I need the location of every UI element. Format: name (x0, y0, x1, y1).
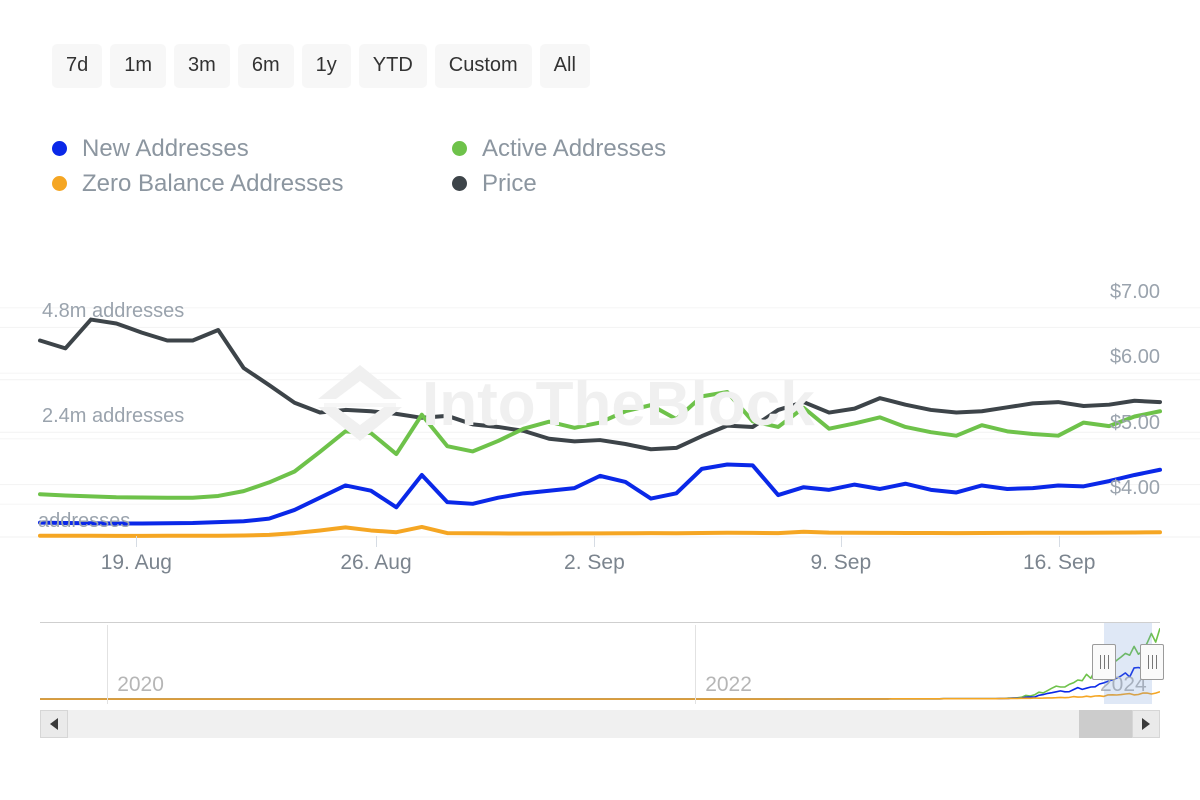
x-axis-tick (841, 536, 842, 547)
series-line-price (40, 320, 1160, 450)
legend-label-zero-balance-addresses: Zero Balance Addresses (82, 172, 343, 196)
y2-axis-label-7: $7.00 (1110, 282, 1160, 302)
legend-item-active-addresses[interactable]: Active Addresses (452, 137, 666, 161)
x-axis-label: 9. Sep (810, 552, 871, 573)
scroll-left-button[interactable] (40, 710, 68, 738)
range-button-1m[interactable]: 1m (110, 44, 166, 88)
navigator-handle-right[interactable] (1140, 644, 1164, 680)
y-axis-label-mid: 2.4m addresses (42, 406, 184, 426)
y2-axis-label-5: $5.00 (1110, 413, 1160, 433)
x-axis-tick (136, 536, 137, 547)
range-button-6m[interactable]: 6m (238, 44, 294, 88)
navigator-series-line (40, 628, 1160, 699)
range-button-3m[interactable]: 3m (174, 44, 230, 88)
y-axis-label-top: 4.8m addresses (42, 301, 184, 321)
legend-dot-price (452, 176, 467, 191)
x-axis-label: 2. Sep (564, 552, 625, 573)
range-button-all[interactable]: All (540, 44, 590, 88)
navigator-handle-left[interactable] (1092, 644, 1116, 680)
chart-legend: New Addresses Active Addresses Zero Bala… (52, 131, 812, 201)
chart-scrollbar[interactable] (40, 710, 1160, 738)
navigator-plot[interactable]: 202020222024 (40, 623, 1160, 704)
navigator-gridline (107, 625, 108, 704)
x-axis-label: 19. Aug (101, 552, 172, 573)
navigator-year-label: 2022 (705, 674, 752, 695)
main-chart[interactable]: IntoTheBlock 4.8m addresses 2.4m address… (0, 255, 1200, 555)
x-axis-tick (1059, 536, 1060, 547)
grip-line-icon (1104, 655, 1105, 669)
chart-navigator[interactable]: 202020222024 (40, 622, 1160, 704)
legend-label-price: Price (482, 172, 537, 196)
navigator-series-svg (40, 623, 1160, 704)
navigator-series-line (40, 692, 1160, 699)
x-axis: 19. Aug 26. Aug 2. Sep 9. Sep 16. Sep (0, 536, 1200, 591)
legend-label-new-addresses: New Addresses (82, 137, 249, 161)
legend-dot-new-addresses (52, 141, 67, 156)
range-button-custom[interactable]: Custom (435, 44, 532, 88)
scroll-right-button[interactable] (1132, 710, 1160, 738)
legend-row-1: New Addresses Active Addresses (52, 131, 812, 166)
navigator-year-label: 2020 (117, 674, 164, 695)
navigator-series-line (40, 664, 1160, 699)
range-selector: 7d1m3m6m1yYTDCustomAll (52, 44, 590, 88)
navigator-gridline (695, 625, 696, 704)
series-line-zero-balance-addresses (40, 527, 1160, 536)
legend-item-price[interactable]: Price (452, 172, 537, 196)
legend-item-zero-balance-addresses[interactable]: Zero Balance Addresses (52, 172, 452, 196)
legend-item-new-addresses[interactable]: New Addresses (52, 137, 452, 161)
grip-line-icon (1152, 655, 1153, 669)
grip-line-icon (1108, 655, 1109, 669)
y2-axis-label-6: $6.00 (1110, 347, 1160, 367)
legend-row-2: Zero Balance Addresses Price (52, 166, 812, 201)
arrow-left-icon (50, 718, 58, 730)
legend-label-active-addresses: Active Addresses (482, 137, 666, 161)
x-axis-label: 16. Sep (1023, 552, 1095, 573)
legend-dot-zero-balance-addresses (52, 176, 67, 191)
series-line-new-addresses (40, 465, 1160, 524)
range-button-ytd[interactable]: YTD (359, 44, 427, 88)
legend-dot-active-addresses (452, 141, 467, 156)
range-button-7d[interactable]: 7d (52, 44, 102, 88)
scrollbar-track[interactable] (68, 710, 1132, 738)
x-axis-tick (376, 536, 377, 547)
scrollbar-thumb[interactable] (1079, 710, 1132, 738)
chart-page: 7d1m3m6m1yYTDCustomAll New Addresses Act… (0, 0, 1200, 800)
grip-line-icon (1148, 655, 1149, 669)
x-axis-label: 26. Aug (340, 552, 411, 573)
y-axis-label-bottom: addresses (38, 511, 130, 531)
y2-axis-label-4: $4.00 (1110, 478, 1160, 498)
grip-line-icon (1100, 655, 1101, 669)
arrow-right-icon (1142, 718, 1150, 730)
grip-line-icon (1156, 655, 1157, 669)
x-axis-tick (594, 536, 595, 547)
range-button-1y[interactable]: 1y (302, 44, 351, 88)
